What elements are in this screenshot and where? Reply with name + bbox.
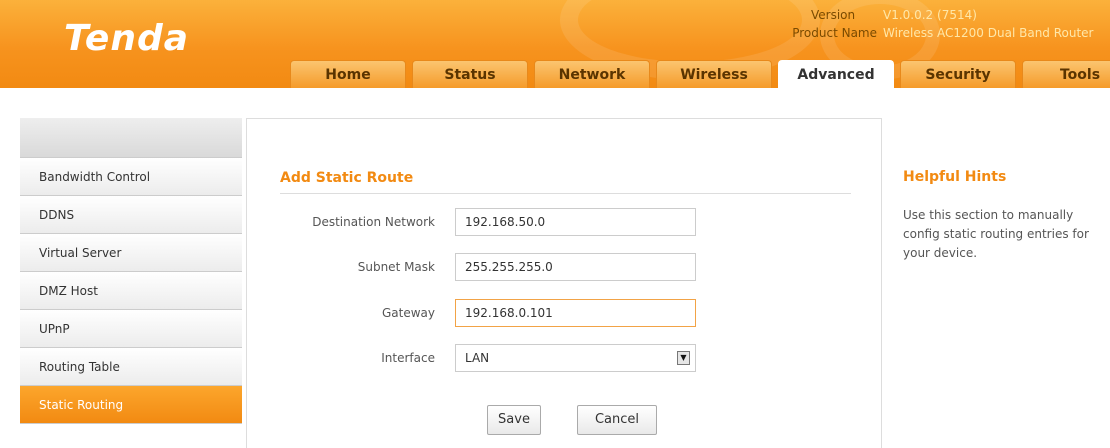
gateway-label: Gateway bbox=[381, 306, 435, 320]
gateway-row: Gateway 192.168.0.101 bbox=[247, 299, 883, 327]
main-nav-tabs: Home Status Network Wireless Advanced Se… bbox=[290, 60, 1110, 88]
interface-select[interactable]: LAN ▼ bbox=[455, 344, 696, 372]
tab-network[interactable]: Network bbox=[534, 60, 650, 88]
sidebar-item-virtual-server[interactable]: Virtual Server bbox=[20, 234, 242, 272]
interface-row: Interface LAN ▼ bbox=[247, 344, 883, 372]
tab-tools[interactable]: Tools bbox=[1022, 60, 1110, 88]
sidebar-item-routing-table[interactable]: Routing Table bbox=[20, 348, 242, 386]
cancel-button[interactable]: Cancel bbox=[577, 405, 657, 435]
destination-network-label: Destination Network bbox=[312, 215, 435, 229]
header-bar: Tenda Version V1.0.0.2 (7514) Product Na… bbox=[0, 0, 1110, 88]
subnet-mask-input[interactable]: 255.255.255.0 bbox=[455, 253, 696, 281]
gateway-input[interactable]: 192.168.0.101 bbox=[455, 299, 696, 327]
sidebar-item-bandwidth-control[interactable]: Bandwidth Control bbox=[20, 158, 242, 196]
tab-wireless[interactable]: Wireless bbox=[656, 60, 772, 88]
subnet-mask-label: Subnet Mask bbox=[357, 260, 435, 274]
interface-label: Interface bbox=[381, 351, 435, 365]
product-name-label: Product Name bbox=[792, 26, 877, 40]
chevron-down-icon[interactable]: ▼ bbox=[677, 351, 690, 365]
sidebar-menu: Bandwidth Control DDNS Virtual Server DM… bbox=[20, 118, 242, 448]
tab-home[interactable]: Home bbox=[290, 60, 406, 88]
hints-text: Use this section to manually config stat… bbox=[903, 208, 1089, 260]
tenda-logo: Tenda bbox=[64, 18, 190, 59]
section-title: Add Static Route bbox=[280, 170, 414, 186]
sidebar-item-dmz-host[interactable]: DMZ Host bbox=[20, 272, 242, 310]
tab-advanced[interactable]: Advanced bbox=[778, 60, 894, 88]
save-button[interactable]: Save bbox=[487, 405, 541, 435]
sidebar-header bbox=[20, 118, 242, 158]
tab-status[interactable]: Status bbox=[412, 60, 528, 88]
hints-title: Helpful Hints bbox=[903, 169, 1007, 185]
sidebar-item-upnp[interactable]: UPnP bbox=[20, 310, 242, 348]
product-name-value: Wireless AC1200 Dual Band Router bbox=[883, 26, 1094, 40]
helpful-hints-panel: Helpful Hints Use this section to manual… bbox=[882, 118, 1110, 448]
version-value: V1.0.0.2 (7514) bbox=[883, 8, 977, 22]
interface-selected-value: LAN bbox=[465, 351, 490, 365]
title-divider bbox=[280, 193, 851, 194]
destination-network-row: Destination Network 192.168.50.0 bbox=[247, 208, 883, 236]
static-route-panel: Add Static Route Destination Network 192… bbox=[246, 118, 882, 448]
sidebar-item-static-routing[interactable]: Static Routing bbox=[20, 386, 242, 424]
subnet-mask-row: Subnet Mask 255.255.255.0 bbox=[247, 253, 883, 281]
sidebar-item-ddns[interactable]: DDNS bbox=[20, 196, 242, 234]
tab-security[interactable]: Security bbox=[900, 60, 1016, 88]
destination-network-input[interactable]: 192.168.50.0 bbox=[455, 208, 696, 236]
